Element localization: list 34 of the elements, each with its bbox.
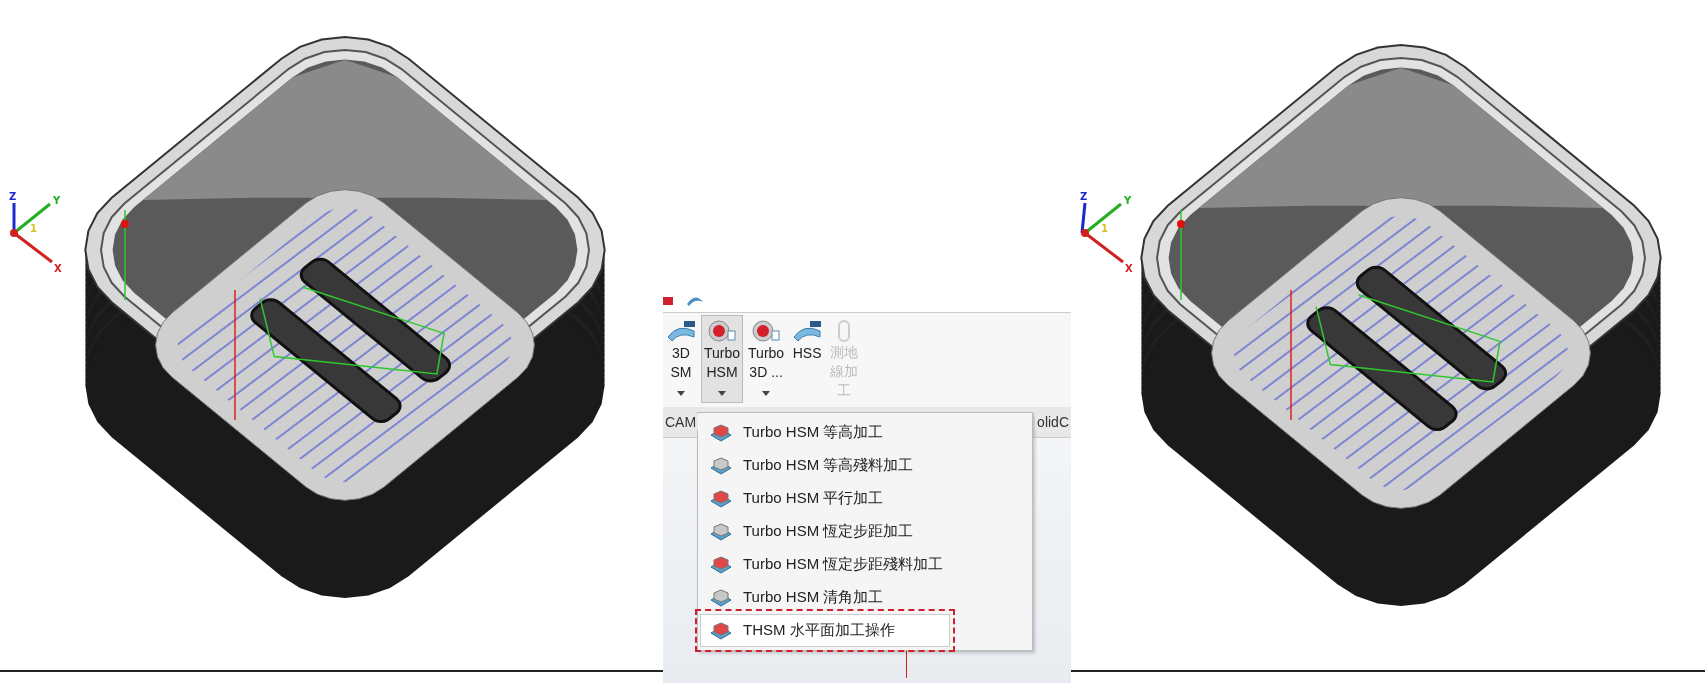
axis-label: Z (1080, 191, 1088, 202)
axis-triad-icon (10, 202, 53, 264)
axis-label: Z (9, 191, 17, 202)
menu-item[interactable]: Turbo HSM 清角加工 (700, 581, 1030, 614)
menu-item[interactable]: Turbo HSM 等高殘料加工 (700, 449, 1030, 482)
axis-label: 1 (1101, 223, 1108, 234)
menu-item[interactable]: Turbo HSM 等高加工 (700, 416, 1030, 449)
axis-triad-icon (1080, 202, 1124, 264)
axis-label: Y (53, 195, 61, 206)
ribbon-button[interactable]: HSS (789, 315, 826, 403)
ribbon-button[interactable]: Turbo HSM (701, 315, 744, 403)
menu-item[interactable]: Turbo HSM 平行加工 (700, 482, 1030, 515)
swirl-icon[interactable] (685, 294, 705, 308)
axis-label: X (54, 263, 62, 274)
milling-block-icon (709, 587, 733, 608)
tool-disc-icon (751, 318, 782, 344)
tab-label[interactable]: olidC (1035, 414, 1071, 430)
menu-item[interactable]: Turbo HSM 恆定步距加工 (700, 515, 1030, 548)
wave-surface-icon (666, 318, 696, 344)
milling-block-icon (709, 488, 733, 509)
tab-label[interactable]: CAM (663, 414, 699, 430)
ribbon-button[interactable]: 3D SM (663, 315, 699, 403)
milling-block-icon (709, 554, 733, 575)
milling-block-icon (709, 620, 733, 641)
milling-block-icon (709, 521, 733, 542)
axis-label: Y (1124, 195, 1132, 206)
ribbon-button[interactable]: Turbo 3D ... (745, 315, 788, 403)
milling-block-icon (709, 455, 733, 476)
axis-label: X (1125, 263, 1133, 274)
tool-disc-icon (707, 318, 738, 344)
axis-label: 1 (30, 223, 37, 234)
menu-item[interactable]: Turbo HSM 恆定步距殘料加工 (700, 548, 1030, 581)
wave-surface-icon (792, 318, 823, 344)
milling-block-icon (709, 422, 733, 443)
